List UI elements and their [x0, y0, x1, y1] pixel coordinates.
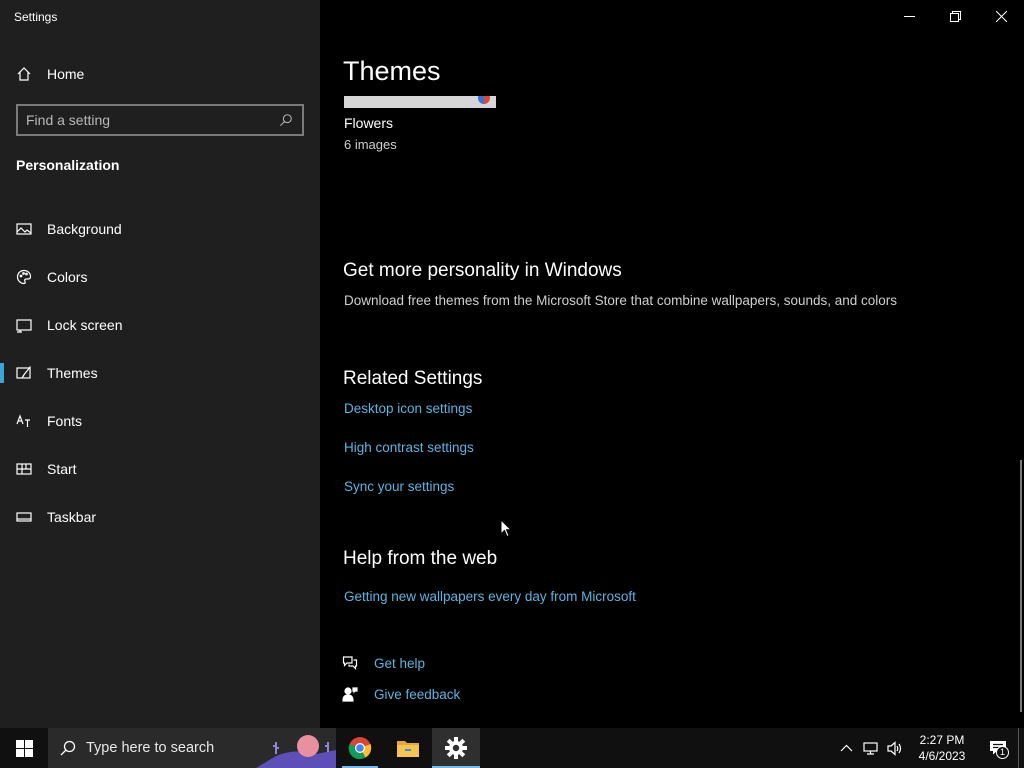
volume-icon	[886, 740, 901, 756]
clock-date: 4/6/2023	[918, 749, 966, 763]
lock-screen-icon	[16, 317, 32, 333]
theme-image-count: 6 images	[344, 137, 397, 152]
chrome-icon	[348, 737, 372, 760]
show-desktop-button[interactable]	[1018, 728, 1024, 768]
sidebar-nav: Background Colors Lock screen Themes Fon…	[0, 205, 320, 541]
more-personality-description: Download free themes from the Microsoft …	[344, 293, 898, 308]
new-wallpapers-link[interactable]: Getting new wallpapers every day from Mi…	[344, 589, 636, 604]
page-title: Themes	[343, 56, 441, 86]
taskbar-chrome[interactable]	[336, 728, 384, 768]
windows-logo-icon	[15, 739, 33, 757]
sidebar-item-label: Lock screen	[47, 317, 123, 333]
home-icon	[16, 66, 32, 82]
main-content: Themes Flowers 6 images Get more persona…	[320, 0, 1024, 728]
taskbar-icon	[16, 509, 32, 525]
sync-settings-link[interactable]: Sync your settings	[344, 479, 454, 494]
taskbar-search-placeholder: Type here to search	[86, 740, 215, 756]
sidebar-item-lock-screen[interactable]: Lock screen	[0, 301, 320, 349]
give-feedback-link[interactable]: Give feedback	[342, 686, 460, 702]
taskbar-file-explorer[interactable]	[384, 728, 432, 768]
section-title: Personalization	[16, 157, 120, 173]
search-setting-input[interactable]	[26, 112, 278, 128]
taskbar-settings[interactable]	[432, 728, 480, 768]
theme-thumbnail-flowers[interactable]	[344, 96, 496, 108]
taskbar-search-icon	[60, 740, 76, 756]
settings-gear-icon	[445, 737, 467, 759]
theme-color-dot	[478, 96, 490, 104]
show-hidden-icons-button[interactable]	[834, 728, 858, 768]
chat-help-icon	[342, 655, 358, 671]
sidebar-item-start[interactable]: Start	[0, 445, 320, 493]
network-button[interactable]	[858, 728, 882, 768]
brush-icon	[16, 365, 32, 381]
start-icon	[16, 461, 32, 477]
related-settings-heading: Related Settings	[343, 368, 483, 389]
sidebar-item-label: Start	[47, 461, 77, 477]
sidebar-item-background[interactable]: Background	[0, 205, 320, 253]
search-highlight-illustration-icon	[256, 735, 336, 768]
action-center-button[interactable]: 1	[978, 728, 1018, 768]
sidebar-item-label: Colors	[47, 269, 88, 285]
app-title: Settings	[14, 10, 58, 24]
taskbar-search-box[interactable]: Type here to search	[48, 728, 336, 768]
minimize-icon	[903, 15, 915, 17]
close-button[interactable]	[978, 0, 1024, 32]
high-contrast-settings-link[interactable]: High contrast settings	[344, 440, 474, 455]
system-tray: 2:27 PM 4/6/2023 1	[834, 728, 1024, 768]
picture-icon	[16, 221, 32, 237]
scrollbar[interactable]	[1020, 460, 1022, 712]
notification-badge: 1	[996, 746, 1009, 759]
home-label: Home	[47, 66, 85, 82]
sidebar-item-colors[interactable]: Colors	[0, 253, 320, 301]
more-personality-heading: Get more personality in Windows	[343, 260, 622, 281]
give-feedback-label: Give feedback	[374, 686, 461, 702]
mouse-cursor-icon	[500, 519, 512, 538]
clock[interactable]: 2:27 PM 4/6/2023	[906, 732, 978, 764]
minimize-button[interactable]	[886, 0, 932, 32]
get-help-label: Get help	[374, 655, 426, 671]
sidebar-item-label: Background	[47, 221, 122, 237]
clock-time: 2:27 PM	[919, 733, 965, 747]
chevron-up-icon	[840, 744, 852, 751]
file-explorer-icon	[397, 741, 419, 757]
sidebar: Settings Home Personalization Background…	[0, 0, 320, 728]
theme-name[interactable]: Flowers	[344, 115, 393, 131]
search-setting-box[interactable]	[16, 104, 304, 136]
get-help-link[interactable]: Get help	[342, 655, 425, 671]
sidebar-item-label: Themes	[47, 365, 98, 381]
restore-icon	[949, 10, 961, 22]
sidebar-item-label: Fonts	[47, 413, 83, 429]
sidebar-item-taskbar[interactable]: Taskbar	[0, 493, 320, 541]
close-icon	[995, 10, 1007, 22]
sidebar-item-label: Taskbar	[47, 509, 97, 525]
restore-button[interactable]	[932, 0, 978, 32]
sidebar-item-fonts[interactable]: Fonts	[0, 397, 320, 445]
search-icon[interactable]	[278, 112, 294, 128]
taskbar: Type here to search 2:27 PM 4/6/2023 1	[0, 728, 1024, 768]
help-from-web-heading: Help from the web	[343, 548, 498, 569]
fonts-icon	[16, 413, 32, 429]
network-icon	[862, 741, 878, 755]
volume-button[interactable]	[882, 728, 906, 768]
sidebar-item-themes[interactable]: Themes	[0, 349, 320, 397]
desktop-icon-settings-link[interactable]: Desktop icon settings	[344, 401, 472, 416]
home-button[interactable]: Home	[16, 64, 84, 84]
window-controls	[886, 0, 1024, 32]
palette-icon	[16, 269, 32, 285]
feedback-person-icon	[342, 686, 358, 702]
start-button[interactable]	[0, 728, 48, 768]
